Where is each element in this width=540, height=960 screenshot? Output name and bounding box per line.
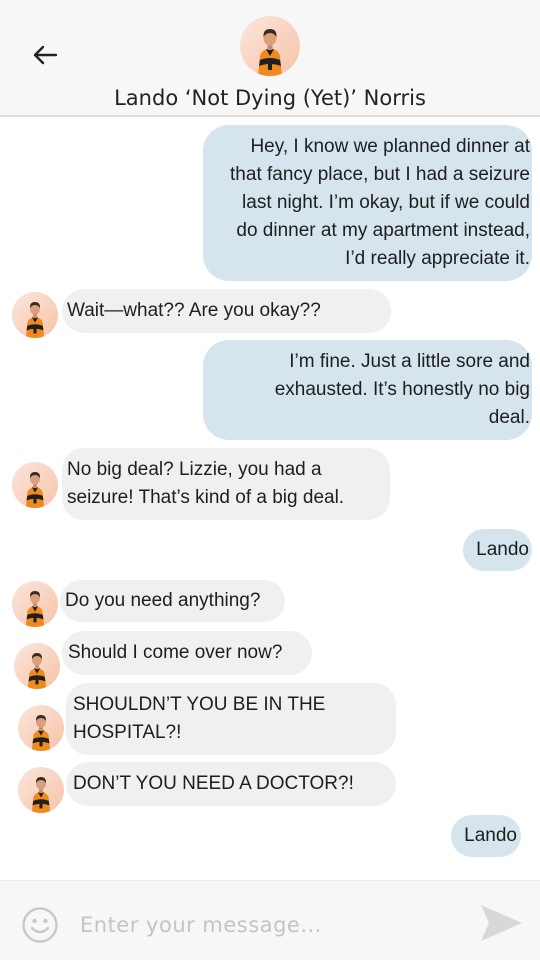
message-line: I’d really appreciate it. [345, 248, 530, 269]
message-line: No big deal? Lizzie, you had a [67, 459, 322, 480]
message-line: Do you need anything? [65, 590, 261, 611]
contact-avatar [14, 643, 60, 689]
message-outgoing[interactable]: Lando [451, 815, 521, 857]
message-line: Lando [464, 825, 517, 846]
message-outgoing[interactable]: Lando [463, 529, 532, 571]
message-incoming[interactable]: Should I come over now? [62, 631, 312, 675]
contact-avatar [12, 292, 58, 338]
back-button[interactable] [28, 38, 62, 72]
send-icon[interactable] [478, 902, 524, 944]
message-line: I’m fine. Just a little sore and [289, 351, 530, 372]
message-line: do dinner at my apartment instead, [236, 220, 530, 241]
contact-avatar [12, 581, 58, 627]
message-line: that fancy place, but I had a seizure [230, 164, 530, 185]
message-line: Lando [476, 539, 529, 560]
chat-header: Lando ‘Not Dying (Yet)’ Norris [0, 0, 540, 117]
contact-avatar [18, 767, 64, 813]
smiley-icon[interactable] [20, 905, 60, 945]
message-line: seizure! That’s kind of a big deal. [67, 487, 345, 508]
message-line: Wait—what?? Are you okay?? [67, 300, 321, 321]
message-composer [0, 880, 540, 960]
message-line: exhausted. It’s honestly no big [274, 379, 530, 400]
message-incoming[interactable]: Do you need anything? [60, 580, 285, 622]
arrow-left-icon [33, 45, 58, 65]
message-input[interactable] [80, 907, 460, 943]
message-incoming[interactable]: SHOULDN’T YOU BE IN THE HOSPITAL?! [66, 683, 396, 755]
message-incoming[interactable]: DON’T YOU NEED A DOCTOR?! [66, 762, 396, 806]
message-line: Should I come over now? [68, 642, 283, 663]
contact-avatar[interactable] [240, 16, 300, 76]
message-incoming[interactable]: No big deal? Lizzie, you had a seizure! … [62, 448, 390, 520]
message-line: deal. [488, 407, 530, 428]
message-line: SHOULDN’T YOU BE IN THE [73, 694, 326, 715]
message-line: Hey, I know we planned dinner at [250, 136, 530, 157]
message-line: HOSPITAL?! [73, 722, 182, 743]
contact-avatar [12, 462, 58, 508]
message-outgoing[interactable]: Hey, I know we planned dinner at that fa… [203, 125, 532, 281]
contact-avatar [18, 705, 64, 751]
message-line: DON’T YOU NEED A DOCTOR?! [73, 773, 354, 794]
message-outgoing[interactable]: I’m fine. Just a little sore and exhaust… [203, 340, 532, 440]
contact-name: Lando ‘Not Dying (Yet)’ Norris [114, 86, 426, 110]
message-line: last night. I’m okay, but if we could [242, 192, 530, 213]
message-incoming[interactable]: Wait—what?? Are you okay?? [62, 289, 391, 333]
